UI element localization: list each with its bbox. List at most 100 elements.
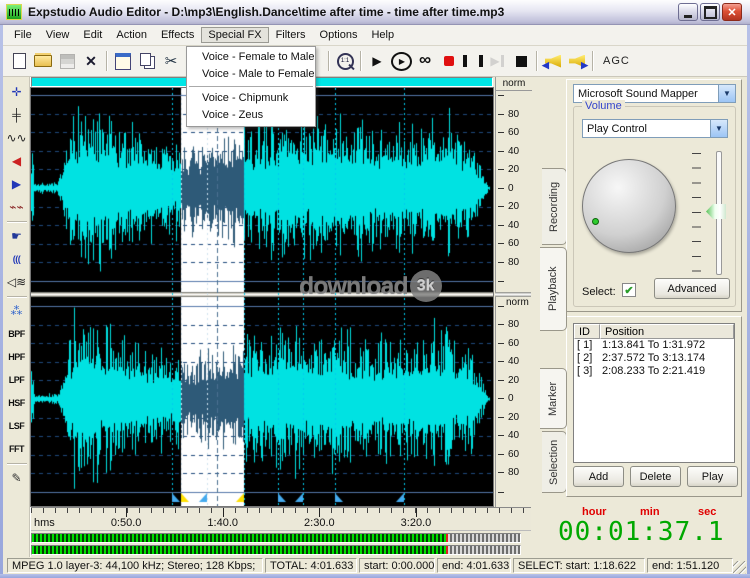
waveform-tool[interactable]: ∿∿ <box>5 127 29 149</box>
chevron-down-icon[interactable]: ▼ <box>710 120 727 137</box>
stop-button[interactable] <box>509 49 533 73</box>
volume-knob[interactable] <box>582 159 676 253</box>
speaker-noise-tool[interactable]: ◁≋ <box>5 271 29 293</box>
norm-label: norm <box>496 77 532 91</box>
tab-recording[interactable]: Recording <box>542 168 567 245</box>
play-step-button[interactable] <box>485 49 509 73</box>
fx-menu-item-voice-male-to-female[interactable]: Voice - Male to Female <box>187 66 315 83</box>
arrow-left-icon: ◀ <box>542 60 549 71</box>
scale-label: 60 <box>496 239 530 249</box>
progress-bar-left[interactable] <box>31 533 521 543</box>
menu-effects[interactable]: Effects <box>154 27 201 43</box>
scale-label: 40 <box>496 357 530 367</box>
edit-pencil-tool[interactable]: ✎ <box>5 467 29 489</box>
volume-slider-thumb[interactable] <box>706 204 726 219</box>
norm-label-2: norm <box>506 297 529 308</box>
window-border-bottom <box>0 574 750 578</box>
menu-filters[interactable]: Filters <box>269 27 313 43</box>
add-button[interactable]: Add <box>573 466 624 487</box>
marker-list[interactable]: ID Position [ 1]1:13.841 To 1:31.972[ 2]… <box>573 323 735 463</box>
tab-playback[interactable]: Playback <box>540 247 567 331</box>
play-all-button[interactable] <box>389 49 413 73</box>
resize-grip[interactable] <box>733 561 746 574</box>
scale-label: 20 <box>496 202 530 212</box>
delete-selection-button[interactable] <box>79 49 103 73</box>
close-button[interactable] <box>722 3 742 21</box>
time-value: 00:01:37.1 <box>558 517 725 547</box>
fade-out-tool-icon: ▶ <box>12 178 21 190</box>
status-cell-4: SELECT: start: 1:18.622 <box>513 558 645 573</box>
volume-source-select[interactable]: Play Control ▼ <box>582 119 728 138</box>
select-checkbox[interactable]: ✔ <box>622 283 636 297</box>
tab-marker[interactable]: Marker <box>540 368 567 429</box>
new-document-button[interactable] <box>7 49 31 73</box>
toolbar-separator <box>592 51 594 71</box>
ruler-unit-label: hms <box>34 517 55 529</box>
advanced-button[interactable]: Advanced <box>654 278 730 299</box>
knob-indicator-dot <box>592 218 599 225</box>
menu-view[interactable]: View <box>39 27 77 43</box>
channel-divider <box>495 292 531 297</box>
menu-file[interactable]: File <box>7 27 39 43</box>
play-button[interactable]: Play <box>687 466 738 487</box>
play-loop-button[interactable] <box>413 49 437 73</box>
bpf-filter[interactable]: BPF <box>5 323 29 345</box>
scale-label: 60 <box>496 449 530 459</box>
speaker-forward-button[interactable]: ▶ <box>565 49 589 73</box>
record-button[interactable] <box>437 49 461 73</box>
menu-special-fx[interactable]: Special FX <box>201 27 268 43</box>
hpf-filter[interactable]: HPF <box>5 346 29 368</box>
ruler-label: 1:40.0 <box>201 517 245 529</box>
time-ruler[interactable]: hms 0:50.01:40.02:30.03:20.0 <box>31 507 531 531</box>
delete-button[interactable]: Delete <box>630 466 681 487</box>
menu-edit[interactable]: Edit <box>76 27 109 43</box>
zoom-one-to-one-button[interactable] <box>333 49 357 73</box>
save-file-button[interactable] <box>55 49 79 73</box>
reverb-tool[interactable]: ((( <box>5 248 29 270</box>
progress-fill <box>32 546 448 554</box>
play-button[interactable] <box>365 49 389 73</box>
fx-menu-item-voice-chipmunk[interactable]: Voice - Chipmunk <box>187 90 315 107</box>
lsf-filter[interactable]: LSF <box>5 415 29 437</box>
menu-action[interactable]: Action <box>109 27 154 43</box>
fx-menu-item-voice-female-to-male[interactable]: Voice - Female to Male <box>187 49 315 66</box>
lpf-filter[interactable]: LPF <box>5 369 29 391</box>
menu-help[interactable]: Help <box>364 27 401 43</box>
fade-in-tool[interactable]: ◀ <box>5 150 29 172</box>
speaker-backward-button[interactable]: ◀ <box>541 49 565 73</box>
progress-bar-right[interactable] <box>31 545 521 555</box>
waveform-display[interactable] <box>31 88 493 506</box>
cut-button[interactable] <box>159 49 183 73</box>
arrow-right-icon: ▶ <box>581 60 588 71</box>
marker-row[interactable]: [ 3]2:08.233 To 2:21.419 <box>574 365 734 378</box>
column-position[interactable]: Position <box>600 324 734 339</box>
chevron-down-icon[interactable]: ▼ <box>718 85 735 102</box>
toolbar-separator <box>360 51 362 71</box>
open-file-button[interactable] <box>31 49 55 73</box>
hsf-filter[interactable]: HSF <box>5 392 29 414</box>
copy-button[interactable] <box>135 49 159 73</box>
move-tool[interactable]: ✛ <box>5 81 29 103</box>
marker-row[interactable]: [ 2]2:37.572 To 3:13.174 <box>574 352 734 365</box>
file-properties-button[interactable] <box>111 49 135 73</box>
pause-button[interactable] <box>461 49 485 73</box>
noise-reduction-tool[interactable]: ⁂ <box>5 300 29 322</box>
progress-bars[interactable] <box>31 533 521 557</box>
agc-toggle[interactable]: AGC <box>603 55 630 67</box>
fft-filter[interactable]: FFT <box>5 438 29 460</box>
maximize-button[interactable] <box>700 3 720 21</box>
fade-out-tool[interactable]: ▶ <box>5 173 29 195</box>
hand-tool[interactable]: ☛ <box>5 225 29 247</box>
menu-options[interactable]: Options <box>313 27 365 43</box>
status-cell-0: MPEG 1.0 layer-3: 44,100 kHz; Stereo; 12… <box>7 558 263 573</box>
speaker-noise-tool-icon: ◁≋ <box>7 276 26 288</box>
tab-selection[interactable]: Selection <box>542 431 567 493</box>
average-tool[interactable]: ⌁⌁ <box>5 196 29 218</box>
center-line-tool[interactable]: ╪ <box>5 104 29 126</box>
marker-row[interactable]: [ 1]1:13.841 To 1:31.972 <box>574 339 734 352</box>
column-id[interactable]: ID <box>574 324 600 339</box>
minimize-button[interactable] <box>678 3 698 21</box>
ruler-label: 2:30.0 <box>297 517 341 529</box>
fx-menu-item-voice-zeus[interactable]: Voice - Zeus <box>187 107 315 124</box>
scale-label: 20 <box>496 375 530 385</box>
